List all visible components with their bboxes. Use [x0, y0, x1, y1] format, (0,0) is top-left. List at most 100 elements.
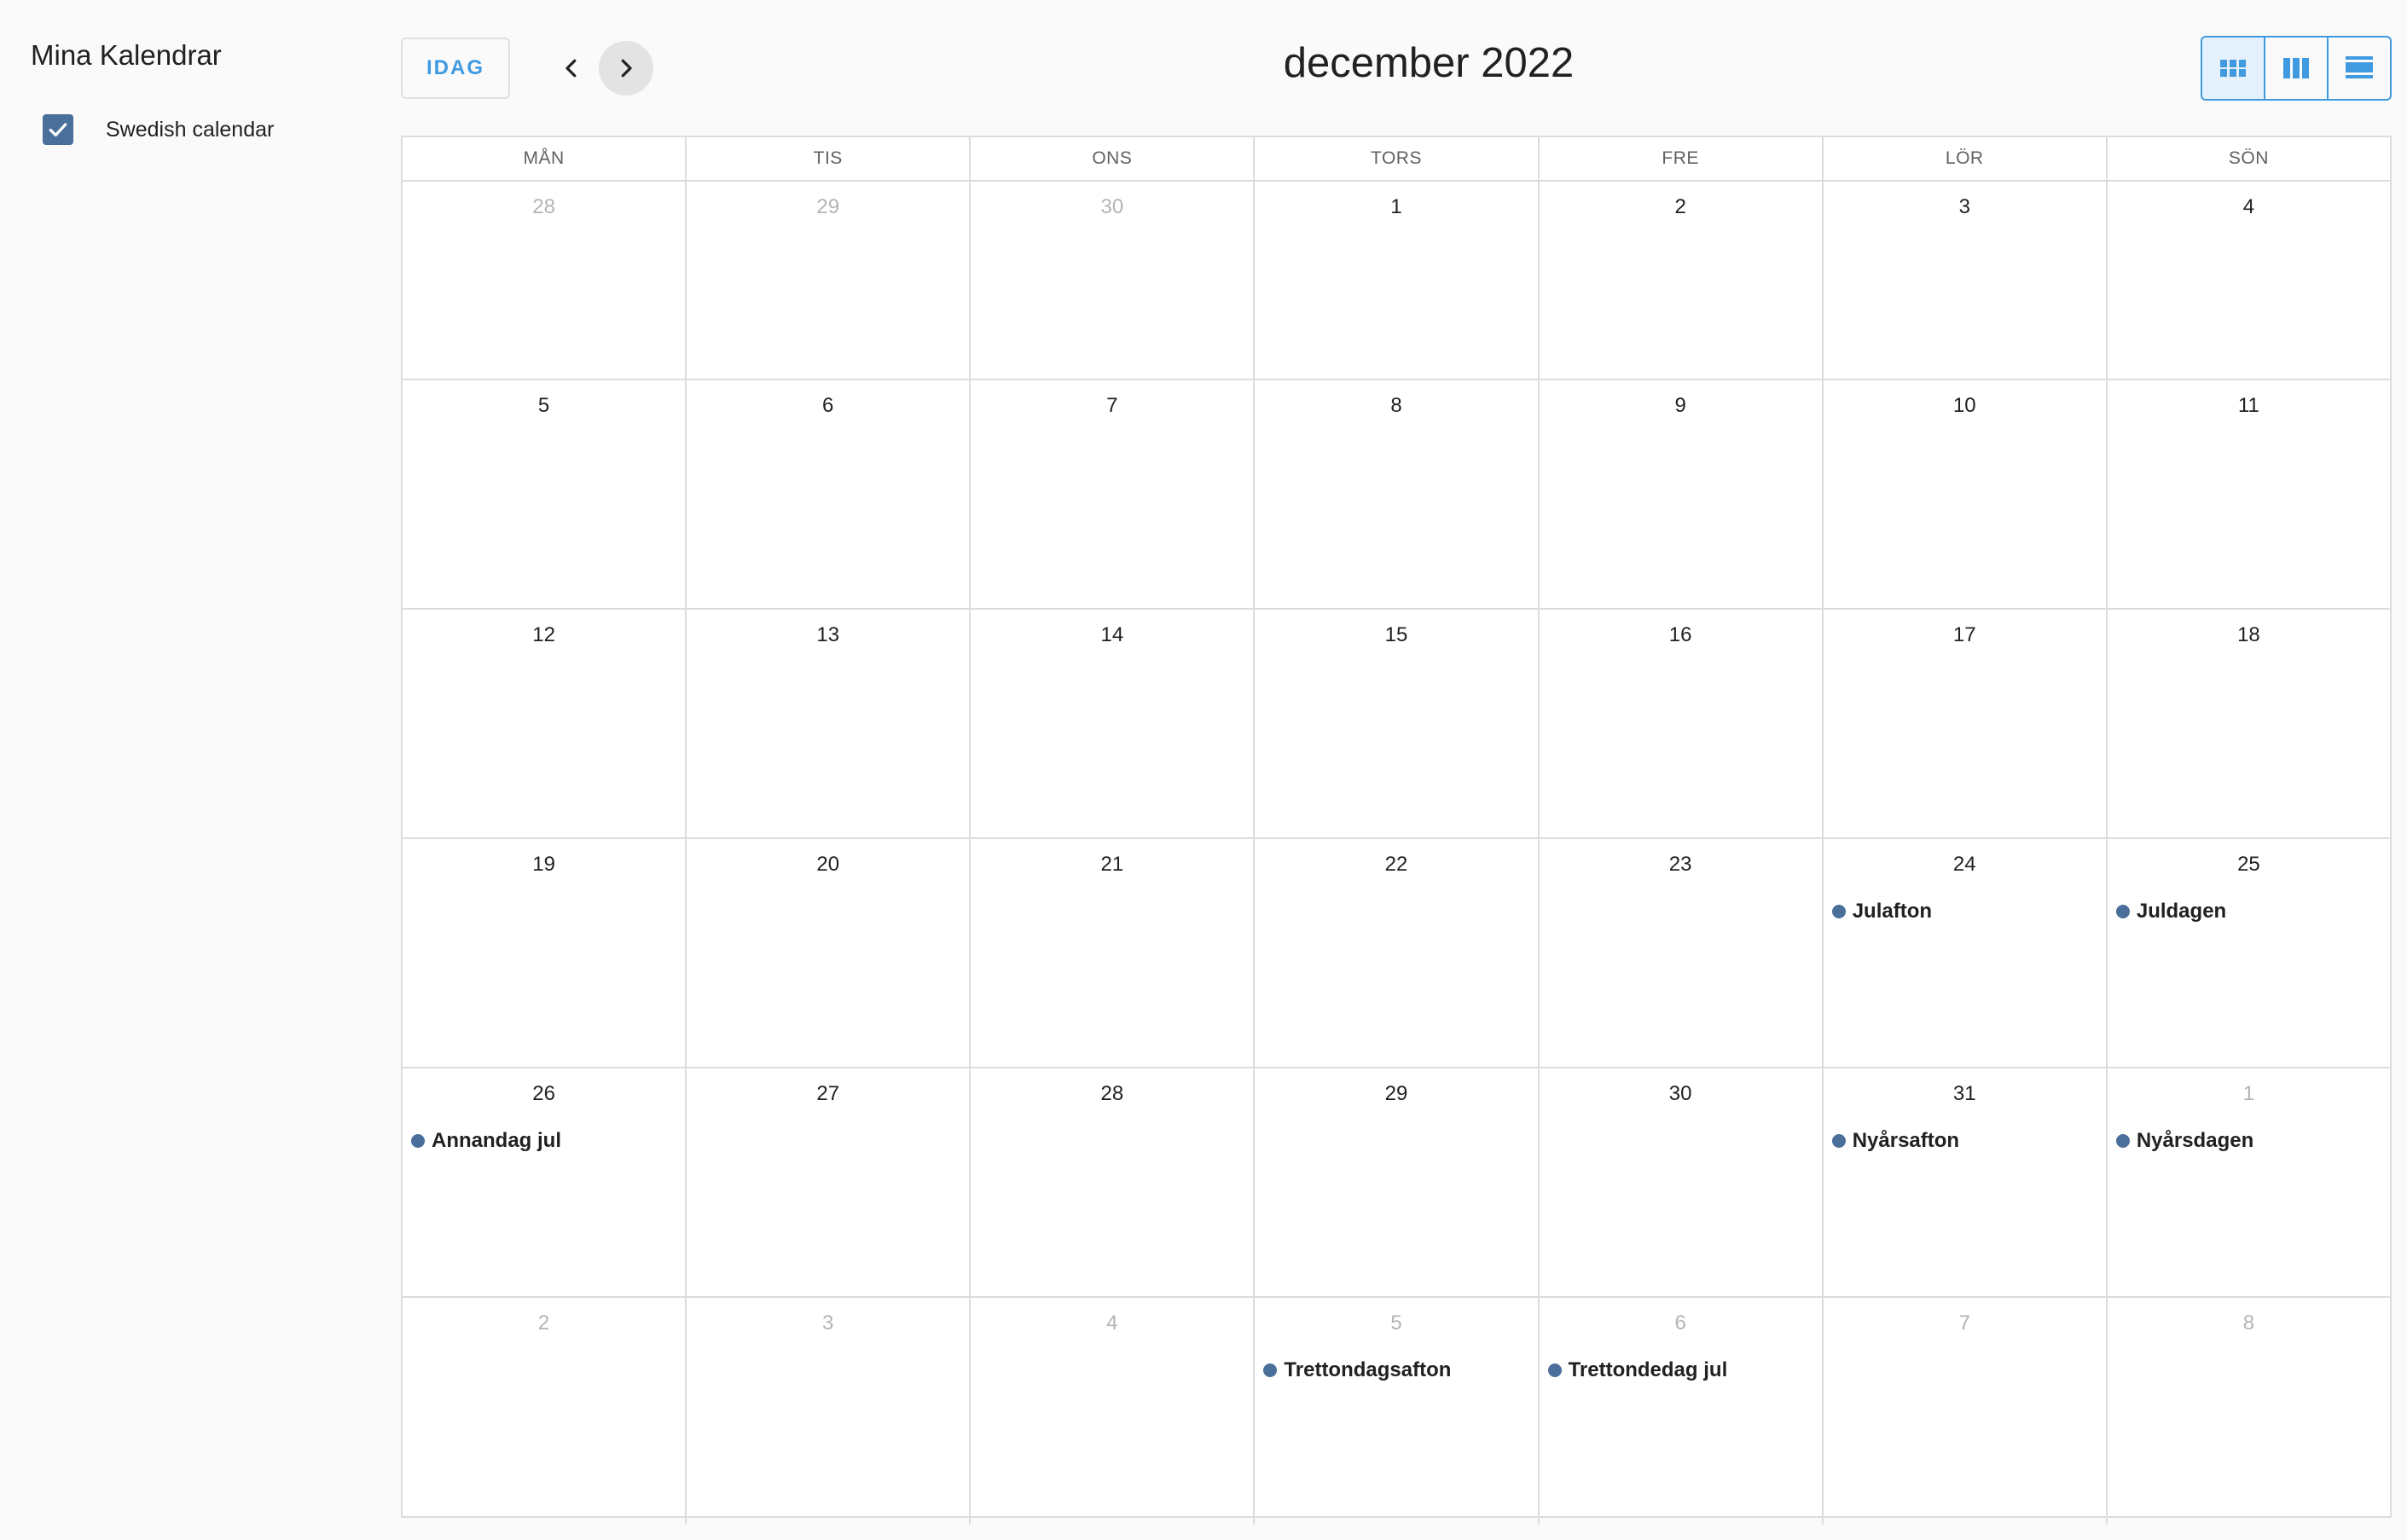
day-cell[interactable]: 15 — [1253, 610, 1537, 837]
day-cell[interactable]: 13 — [685, 610, 969, 837]
day-number: 8 — [2242, 1311, 2255, 1334]
calendar-toggle-swedish[interactable]: Swedish calendar — [43, 113, 274, 147]
event-title: Annandag jul — [432, 1129, 561, 1152]
day-number: 1 — [1390, 195, 1402, 218]
week-row: 5 6 7 8 9 10 11 — [403, 380, 2390, 610]
calendar-event[interactable]: Trettondagsafton — [1263, 1356, 1532, 1385]
day-number: 3 — [822, 1311, 834, 1334]
day-number: 18 — [2237, 623, 2260, 646]
weekday-label: TORS — [1253, 137, 1537, 180]
day-cell[interactable]: 8 — [1253, 380, 1537, 608]
day-number: 15 — [1384, 623, 1408, 646]
day-cell[interactable]: 31 Nyårsafton — [1821, 1068, 2106, 1296]
day-cell[interactable]: 30 — [1537, 1068, 1822, 1296]
chevron-left-icon — [566, 59, 577, 78]
day-number: 27 — [816, 1082, 840, 1105]
day-number: 6 — [1674, 1311, 1686, 1334]
prev-month-button[interactable] — [544, 41, 599, 96]
sidebar-title: Mina Kalendrar — [31, 39, 222, 71]
day-number: 31 — [1952, 1082, 1976, 1105]
day-number: 2 — [537, 1311, 550, 1334]
week-row: 28 29 30 1 2 3 4 — [403, 182, 2390, 380]
day-cell[interactable]: 19 — [403, 839, 685, 1067]
day-cell[interactable]: 17 — [1821, 610, 2106, 837]
day-cell[interactable]: 18 — [2105, 610, 2390, 837]
day-cell[interactable]: 21 — [969, 839, 1253, 1067]
day-number: 30 — [1668, 1082, 1692, 1105]
weeks-container: 28 29 30 1 2 3 4 5 6 7 8 9 10 11 12 13 14 15 16 17 18 19 20 21 2… — [403, 182, 2390, 1525]
day-cell[interactable]: 2 — [1537, 182, 1822, 379]
day-cell[interactable]: 29 — [1253, 1068, 1537, 1296]
event-title: Julafton — [1852, 900, 1933, 923]
day-cell[interactable]: 6 Trettondedag jul — [1537, 1298, 1822, 1525]
day-cell[interactable]: 5 Trettondagsafton — [1253, 1298, 1537, 1525]
day-cell[interactable]: 27 — [685, 1068, 969, 1296]
event-title: Trettondagsafton — [1284, 1358, 1452, 1381]
view-switcher — [2201, 36, 2392, 101]
event-dot-icon — [411, 1134, 425, 1148]
day-number: 28 — [532, 195, 555, 218]
weekday-label: MÅN — [523, 148, 565, 168]
day-cell[interactable]: 7 — [969, 380, 1253, 608]
day-number: 22 — [1384, 853, 1408, 876]
day-cell[interactable]: 5 — [403, 380, 685, 608]
day-cell[interactable]: 4 — [2105, 182, 2390, 379]
day-number: 9 — [1674, 394, 1686, 417]
day-cell[interactable]: 11 — [2105, 380, 2390, 608]
event-dot-icon — [1831, 905, 1846, 918]
day-cell[interactable]: 28 — [403, 182, 685, 379]
day-cell[interactable]: 3 — [685, 1298, 969, 1525]
day-cell[interactable]: 24 Julafton — [1821, 839, 2106, 1067]
day-cell[interactable]: 16 — [1537, 610, 1822, 837]
day-number: 21 — [1100, 853, 1124, 876]
event-dot-icon — [2115, 1134, 2130, 1148]
day-cell[interactable]: 12 — [403, 610, 685, 837]
calendar-checkbox[interactable] — [43, 114, 73, 145]
day-cell[interactable]: 20 — [685, 839, 969, 1067]
day-cell[interactable]: 30 — [969, 182, 1253, 379]
day-cell[interactable]: 1 — [1253, 182, 1537, 379]
list-view-button[interactable] — [2327, 38, 2390, 99]
month-grid: MÅN TIS ONS TORS FRE LÖR SÖN 28 29 30 1 2 3 4 5 6 7 8 9 10… — [401, 136, 2392, 1525]
day-cell[interactable]: 8 — [2105, 1298, 2390, 1525]
event-dot-icon — [2115, 905, 2130, 918]
day-cell[interactable]: 1 Nyårsdagen — [2105, 1068, 2390, 1296]
day-cell[interactable]: 26 Annandag jul — [403, 1068, 685, 1296]
day-number: 29 — [816, 195, 840, 218]
day-number: 19 — [532, 853, 555, 876]
calendar-event[interactable]: Nyårsdagen — [2115, 1126, 2385, 1155]
day-cell[interactable]: 14 — [969, 610, 1253, 837]
day-cell[interactable]: 6 — [685, 380, 969, 608]
day-cell[interactable]: 10 — [1821, 380, 2106, 608]
day-number: 7 — [1958, 1311, 1970, 1334]
week-view-button[interactable] — [2264, 38, 2327, 99]
day-number: 16 — [1668, 623, 1692, 646]
calendar-event[interactable]: Trettondedag jul — [1547, 1356, 1817, 1385]
next-month-button[interactable] — [599, 41, 653, 96]
day-number: 4 — [2242, 195, 2255, 218]
day-number: 6 — [822, 394, 834, 417]
calendar-event[interactable]: Julafton — [1831, 897, 2101, 926]
weekday-header: MÅN TIS ONS TORS FRE LÖR SÖN — [403, 137, 2390, 182]
day-cell[interactable]: 22 — [1253, 839, 1537, 1067]
day-cell[interactable]: 9 — [1537, 380, 1822, 608]
month-title: december 2022 — [1283, 40, 1575, 86]
day-cell[interactable]: 3 — [1821, 182, 2106, 379]
day-cell[interactable]: 4 — [969, 1298, 1253, 1525]
day-cell[interactable]: 28 — [969, 1068, 1253, 1296]
day-cell[interactable]: 2 — [403, 1298, 685, 1525]
day-number: 28 — [1100, 1082, 1124, 1105]
day-number: 29 — [1384, 1082, 1408, 1105]
event-title: Juldagen — [2136, 900, 2227, 923]
day-cell[interactable]: 23 — [1537, 839, 1822, 1067]
today-button[interactable]: IDAG — [401, 38, 510, 99]
day-cell[interactable]: 7 — [1821, 1298, 2106, 1525]
calendar-event[interactable]: Annandag jul — [411, 1126, 680, 1155]
day-cell[interactable]: 25 Juldagen — [2105, 839, 2390, 1067]
weekday-label: TIS — [685, 137, 969, 180]
month-view-button[interactable] — [2202, 38, 2264, 99]
calendar-event[interactable]: Juldagen — [2115, 897, 2385, 926]
calendar-event[interactable]: Nyårsafton — [1831, 1126, 2101, 1155]
day-cell[interactable]: 29 — [685, 182, 969, 379]
day-number: 8 — [1390, 394, 1402, 417]
